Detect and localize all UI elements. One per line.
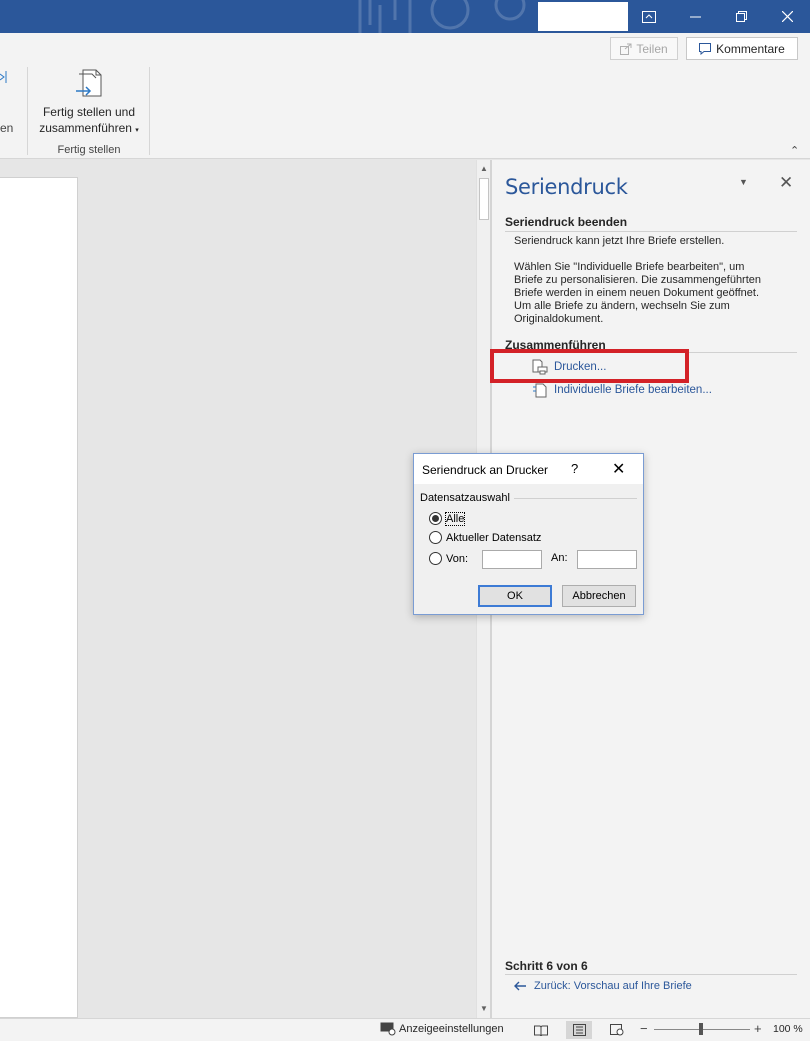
- radio-current-label: Aktueller Datensatz: [446, 531, 542, 544]
- body-line: Briefe zu personalisieren. Die zusammeng…: [514, 274, 762, 286]
- web-layout-button[interactable]: [604, 1021, 630, 1039]
- radio-circle[interactable]: [429, 552, 442, 565]
- dropdown-caret-icon: ▾: [135, 127, 139, 134]
- title-bar-pattern: [358, 0, 526, 33]
- status-bar: Anzeigeeinstellungen − + 100 %: [0, 1018, 810, 1041]
- finish-button-line1: Fertig stellen und: [42, 105, 136, 119]
- radio-current-record[interactable]: Aktueller Datensatz: [429, 531, 541, 544]
- merge-to-printer-dialog: Seriendruck an Drucker ? ✕ Datensatzausw…: [413, 453, 644, 615]
- task-pane-close-icon[interactable]: ✕: [779, 173, 793, 193]
- task-pane-title: Seriendruck: [505, 175, 628, 199]
- step-label: Schritt 6 von 6: [505, 959, 588, 973]
- web-layout-icon: [610, 1024, 624, 1036]
- comments-button[interactable]: Kommentare: [686, 37, 798, 60]
- radio-circle[interactable]: [429, 531, 442, 544]
- section-rule: [505, 974, 797, 975]
- document-area: [0, 160, 476, 1018]
- finish-and-merge-button[interactable]: Fertig stellen und zusammenführen ▾: [34, 69, 144, 139]
- zoom-slider-thumb[interactable]: [699, 1023, 703, 1035]
- radio-circle-checked[interactable]: [429, 512, 442, 525]
- group-rule: [514, 498, 637, 499]
- ribbon-display-options-button[interactable]: [626, 0, 672, 33]
- body-text: Wählen Sie "Individuelle Briefe bearbeit…: [514, 261, 794, 326]
- display-settings-icon: [380, 1022, 396, 1036]
- zoom-out-button[interactable]: −: [640, 1021, 648, 1036]
- edit-letters-link[interactable]: Individuelle Briefe bearbeiten...: [532, 382, 712, 398]
- radio-from[interactable]: Von:: [429, 552, 468, 565]
- arrow-right-bar-icon: [0, 71, 7, 83]
- section-heading-finish: Seriendruck beenden: [505, 215, 628, 229]
- title-bar: [0, 0, 810, 33]
- restore-button[interactable]: [718, 0, 764, 33]
- minimize-button[interactable]: [672, 0, 718, 33]
- intro-text: Seriendruck kann jetzt Ihre Briefe erste…: [514, 235, 725, 247]
- minimize-icon: [689, 16, 701, 17]
- edit-letters-icon: [533, 383, 547, 398]
- share-label: Teilen: [636, 41, 668, 56]
- radio-all-label: Alle: [444, 511, 466, 526]
- ribbon-group-label: Fertig stellen: [57, 144, 121, 156]
- ribbon-separator: [27, 67, 28, 155]
- dialog-close-icon[interactable]: ✕: [612, 459, 625, 479]
- body-line: Briefe werden in einem neuen Dokument ge…: [514, 287, 760, 299]
- to-label: An:: [551, 552, 568, 564]
- body-line: Wählen Sie "Individuelle Briefe bearbeit…: [514, 261, 745, 273]
- display-settings-button[interactable]: Anzeigeeinstellungen: [380, 1022, 504, 1036]
- body-line: Um alle Briefe zu ändern, wechseln Sie z…: [514, 300, 730, 312]
- dialog-title-bar: Seriendruck an Drucker ? ✕: [414, 454, 643, 484]
- close-icon: [781, 11, 793, 22]
- read-mode-icon: [534, 1025, 548, 1036]
- ok-button[interactable]: OK: [478, 585, 552, 607]
- read-mode-button[interactable]: [528, 1021, 554, 1039]
- ribbon: Teilen Kommentare en Fertig stellen und …: [0, 33, 810, 159]
- edit-letters-label: Individuelle Briefe bearbeiten...: [554, 384, 712, 396]
- comments-label: Kommentare: [716, 41, 785, 56]
- finish-merge-icon: [76, 69, 102, 97]
- from-input[interactable]: [482, 550, 542, 569]
- close-window-button[interactable]: [764, 0, 810, 33]
- share-icon: [620, 43, 632, 55]
- annotation-highlight-box: [490, 349, 689, 383]
- arrow-left-icon: [514, 981, 526, 991]
- scroll-down-icon[interactable]: ▼: [477, 1002, 491, 1016]
- radio-all[interactable]: Alle: [429, 511, 466, 526]
- task-pane-options-icon[interactable]: ▼: [739, 177, 748, 187]
- scroll-up-icon[interactable]: ▲: [477, 162, 491, 176]
- print-layout-button[interactable]: [566, 1021, 592, 1039]
- back-link[interactable]: Zurück: Vorschau auf Ihre Briefe: [514, 980, 692, 992]
- dialog-title: Seriendruck an Drucker: [422, 463, 549, 477]
- print-layout-icon: [572, 1024, 586, 1036]
- truncated-ribbon-label: en: [0, 121, 14, 135]
- ribbon-separator: [149, 67, 150, 155]
- finish-button-line2: zusammenführen ▾: [39, 121, 139, 135]
- record-selection-label: Datensatzauswahl: [420, 492, 510, 504]
- back-link-label: Zurück: Vorschau auf Ihre Briefe: [534, 980, 692, 992]
- body-line: Originaldokument.: [514, 313, 604, 325]
- document-page[interactable]: [0, 177, 78, 1018]
- cancel-button[interactable]: Abbrechen: [562, 585, 636, 607]
- collapse-ribbon-icon[interactable]: ⌃: [790, 144, 799, 157]
- ribbon-display-icon: [642, 10, 656, 23]
- scroll-thumb[interactable]: [479, 178, 489, 220]
- to-input[interactable]: [577, 550, 637, 569]
- section-rule: [505, 231, 797, 232]
- comment-icon: [699, 42, 712, 55]
- display-settings-label: Anzeigeeinstellungen: [399, 1023, 504, 1035]
- previous-group-icon[interactable]: [0, 69, 8, 85]
- dialog-help-button[interactable]: ?: [571, 461, 578, 476]
- restore-icon: [735, 11, 747, 22]
- share-button[interactable]: Teilen: [610, 37, 678, 60]
- zoom-percentage[interactable]: 100 %: [773, 1023, 803, 1035]
- title-search-box[interactable]: [538, 2, 628, 31]
- radio-from-label: Von:: [446, 552, 469, 565]
- zoom-in-button[interactable]: +: [754, 1021, 762, 1036]
